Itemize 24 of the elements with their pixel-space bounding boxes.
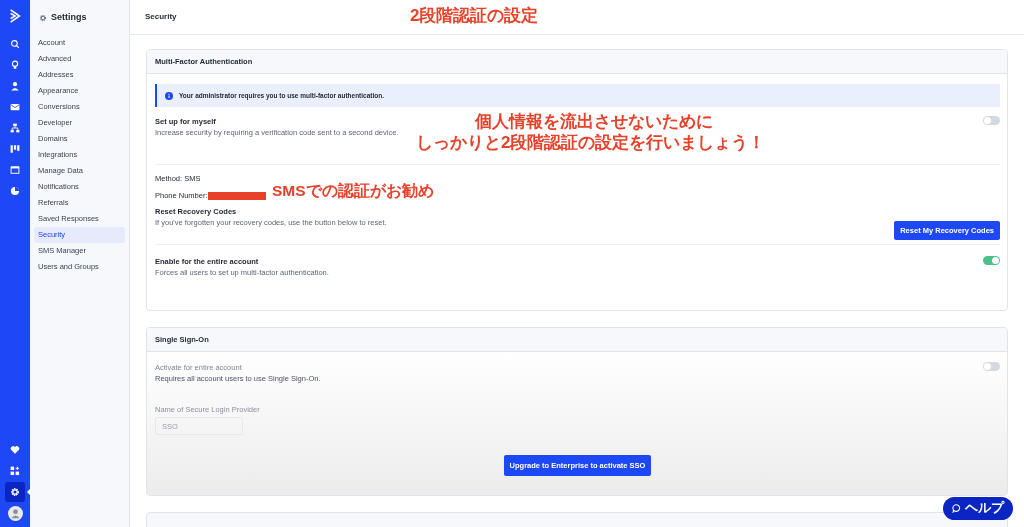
avatar-icon[interactable] xyxy=(7,505,23,521)
mail-icon[interactable] xyxy=(10,102,20,112)
heart-icon[interactable] xyxy=(10,445,20,455)
search-icon[interactable] xyxy=(10,39,20,49)
sitemap-icon[interactable] xyxy=(10,123,20,133)
settings-icon[interactable] xyxy=(10,487,20,497)
toggle-switch[interactable] xyxy=(983,256,1000,265)
info-icon xyxy=(165,91,173,100)
kanban-icon[interactable] xyxy=(10,144,20,154)
help-button[interactable]: ヘルプ xyxy=(943,497,1013,520)
browser-window-icon[interactable] xyxy=(10,165,20,175)
annotation-text: 2段階認証の設定 xyxy=(410,7,539,26)
lightbulb-icon[interactable] xyxy=(10,60,20,70)
annotation-text: SMSでの認証がお勧め xyxy=(272,182,434,200)
person-icon[interactable] xyxy=(10,81,20,91)
apps-grid-icon[interactable] xyxy=(10,466,20,476)
annotation-text: 個人情報を流出させないために xyxy=(475,113,713,132)
logo-icon[interactable] xyxy=(8,8,22,24)
toggle-switch[interactable] xyxy=(983,116,1000,125)
sidebar-title: Settings xyxy=(51,10,87,24)
annotation-text: しっかりと2段階認証の設定を行いましょう！ xyxy=(416,134,766,153)
settings-icon xyxy=(39,13,47,22)
pie-chart-icon[interactable] xyxy=(10,186,20,196)
chat-bubble-icon xyxy=(952,504,961,513)
